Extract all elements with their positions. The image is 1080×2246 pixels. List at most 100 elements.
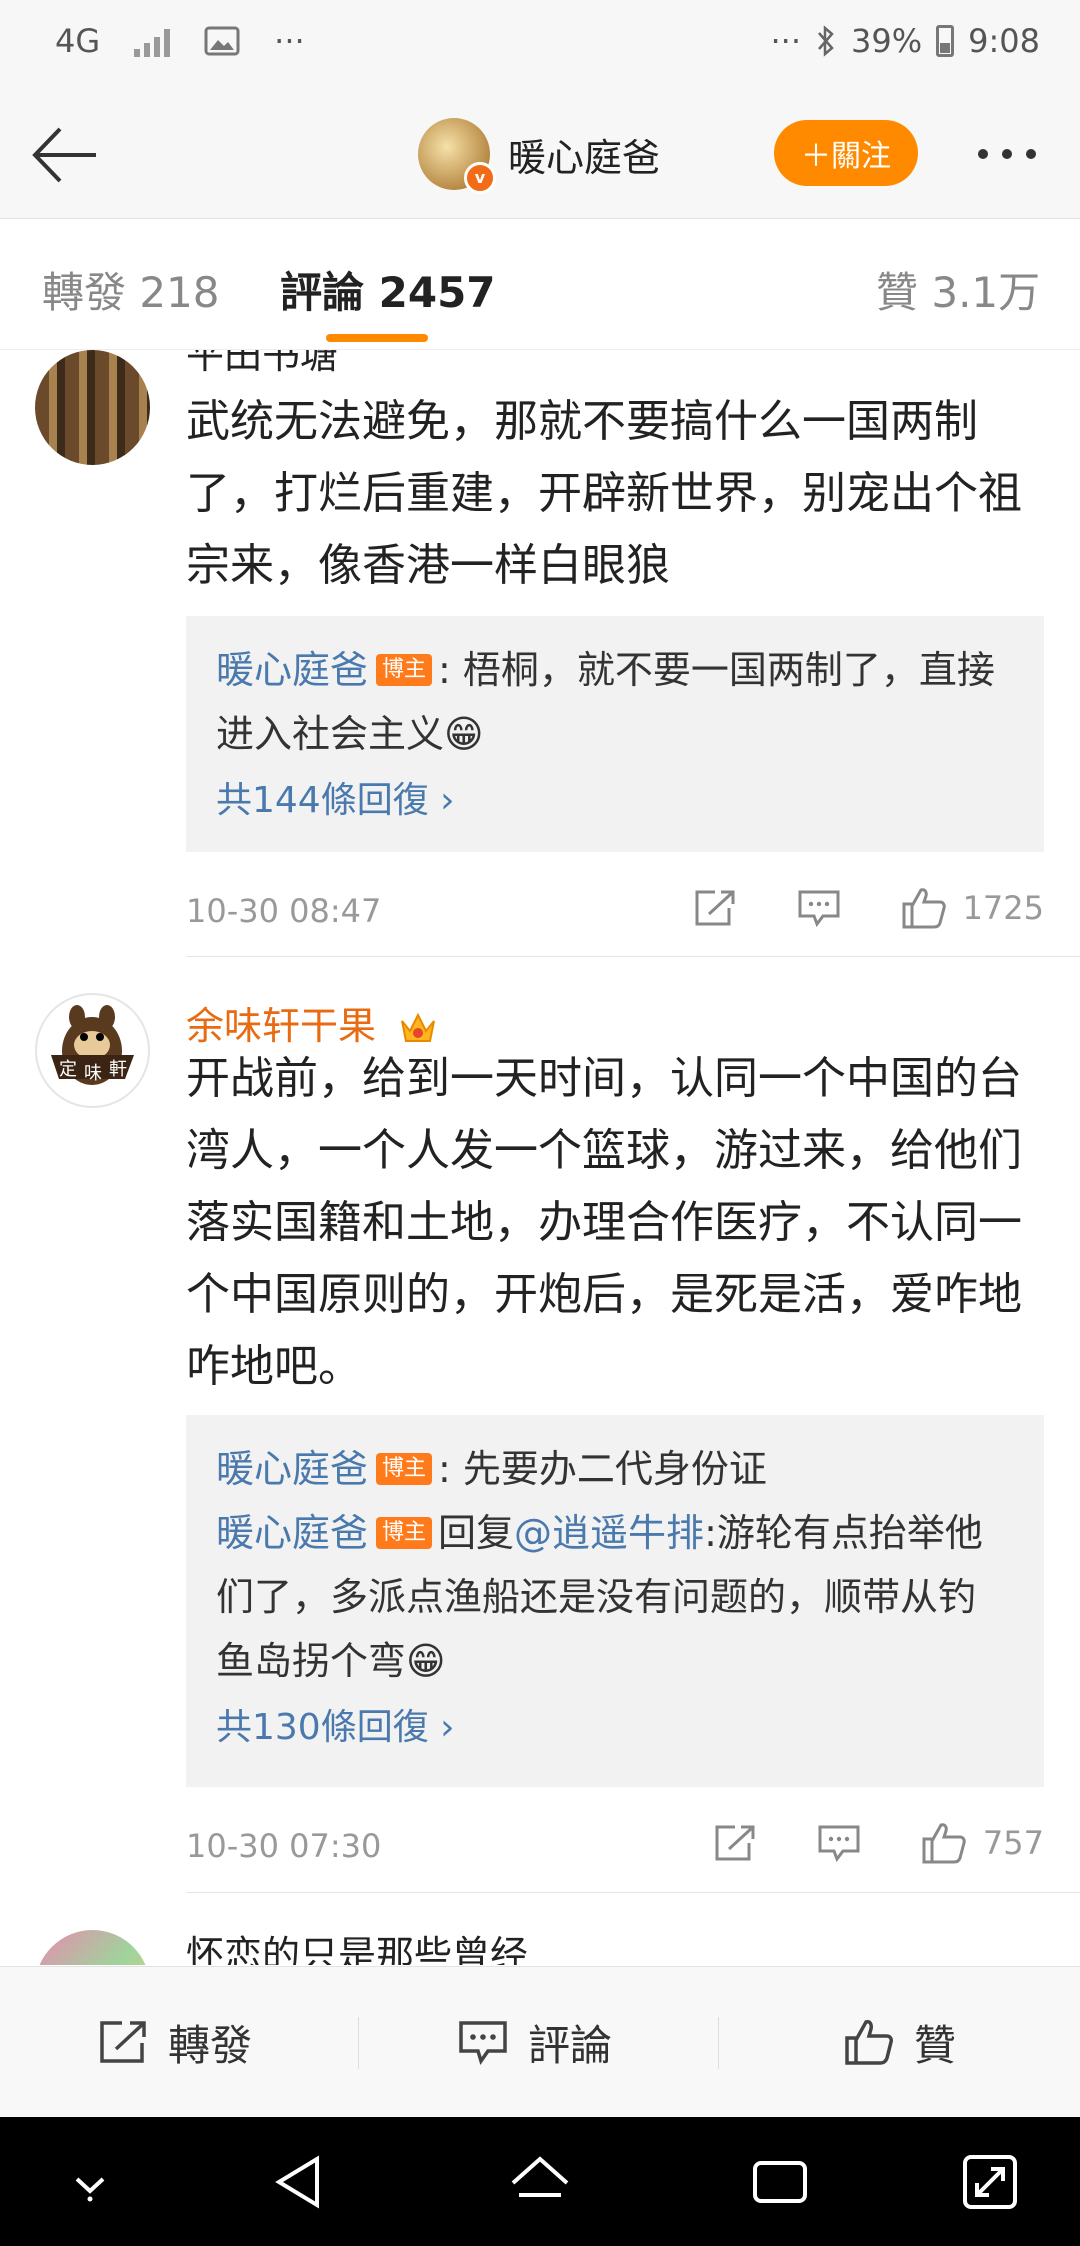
commenter-name[interactable]: 怀恋的只是那些曾经: [186, 1924, 528, 1965]
home-nav-button[interactable]: [505, 2147, 575, 2217]
commenter-name[interactable]: 平田书塘: [186, 350, 338, 379]
like-count: 757: [982, 1824, 1044, 1862]
thumbs-up-icon: [922, 1823, 966, 1864]
reply-line: 暖心庭爸 博主: 先要办二代身份证: [216, 1437, 1014, 1501]
reply-author[interactable]: 暖心庭爸: [216, 1511, 368, 1555]
comment-line: 开战前，给到一天时间，认同一个中国的台: [186, 1053, 1022, 1104]
back-button[interactable]: [30, 120, 100, 190]
dot-icon: [978, 149, 988, 159]
tab-comments[interactable]: 評論 2457: [280, 259, 496, 320]
commenter-avatar[interactable]: [35, 1930, 150, 1965]
triangle-back-icon: [275, 2155, 319, 2209]
back-arrow-icon: [32, 127, 96, 183]
reply-text: : 梧桐，就不要一国两制了，直接: [438, 648, 995, 692]
more-notifications: ···: [274, 22, 305, 60]
recents-nav-button[interactable]: [745, 2147, 815, 2217]
dot-icon: [1002, 149, 1012, 159]
svg-text:軒: 軒: [109, 1059, 127, 1080]
signal-icon: [134, 25, 171, 57]
comment-icon: [459, 2021, 507, 2065]
comment-line: 宗来，像香港一样白眼狼: [186, 540, 670, 591]
divider: [186, 1892, 1080, 1893]
battery-icon: [936, 25, 955, 57]
comment-line: 咋地吧。: [186, 1341, 362, 1392]
comment-label: 評論: [528, 2020, 613, 2070]
comment-list[interactable]: 平田书塘 武统无法避免，那就不要搞什么一国两制 了，打烂后重建，开辟新世界，别宠…: [0, 350, 1080, 1965]
reply-line: 暖心庭爸 博主: 梧桐，就不要一国两制了，直接: [216, 638, 1014, 702]
like-label: 贊: [914, 2020, 957, 2070]
svg-text:味: 味: [84, 1063, 102, 1084]
svg-text:定: 定: [59, 1059, 77, 1080]
divider: [186, 956, 1080, 957]
battery-percent: 39%: [851, 22, 923, 60]
comment-meta: 10-30 08:47 1725: [186, 882, 1044, 942]
reply-icon[interactable]: [817, 1823, 861, 1863]
bottom-action-bar: 轉發 評論 贊: [0, 1966, 1080, 2117]
reply-preview-box[interactable]: 暖心庭爸 博主: 梧桐，就不要一国两制了，直接 进入社会主义😁 共144條回復 ›: [186, 616, 1044, 852]
reply-text: 们了，多派点渔船还是没有问题的，顺带从钓: [216, 1575, 977, 1619]
profile-header[interactable]: v 暖心庭爸: [418, 118, 661, 194]
more-options-button[interactable]: [978, 134, 1048, 174]
tab-bar: 轉發 218 評論 2457 贊 3.1万: [0, 219, 1080, 350]
repost-button[interactable]: 轉發: [98, 1967, 252, 2117]
tab-likes[interactable]: 贊 3.1万: [876, 259, 1040, 320]
comment-line: 湾人，一个人发一个篮球，游过来，给他们: [186, 1125, 1022, 1176]
reply-text: 进入社会主义😁: [216, 712, 484, 756]
status-bar: 4G ··· ··· 39% 9:08: [0, 0, 1080, 92]
reply-preview-box[interactable]: 暖心庭爸 博主: 先要办二代身份证 暖心庭爸 博主 回复@逍遥牛排:游轮有点抬举他 们…: [186, 1415, 1044, 1787]
rotate-nav-button[interactable]: [955, 2147, 1025, 2217]
blogger-badge: 博主: [376, 1516, 433, 1549]
follow-button[interactable]: ＋關注: [774, 120, 918, 186]
share-icon[interactable]: [693, 888, 737, 928]
mention-link[interactable]: @逍遥牛排: [514, 1511, 704, 1555]
gallery-notification-icon: [204, 26, 240, 56]
hide-nav-button[interactable]: [55, 2147, 125, 2217]
reply-text: : 先要办二代身份证: [438, 1447, 767, 1491]
recents-icon: [753, 2161, 807, 2203]
comment-text: 武统无法避免，那就不要搞什么一国两制 了，打烂后重建，开辟新世界，别宠出个祖 宗…: [186, 386, 1046, 602]
like-post-button[interactable]: 贊: [844, 1967, 956, 2117]
comment-line: 落实国籍和土地，办理合作医疗，不认同一: [186, 1197, 1022, 1248]
dot-icon: [1026, 149, 1036, 159]
share-icon[interactable]: [713, 1823, 757, 1863]
network-indicator: 4G: [55, 22, 101, 60]
thumbs-up-icon: [902, 888, 946, 929]
chevron-down-icon: [75, 2177, 105, 2202]
squirrel-logo-icon: 定 味 軒: [51, 1005, 134, 1085]
comment-line: 个中国原则的，开炮后，是死是活，爱咋地: [186, 1269, 1022, 1320]
reply-author[interactable]: 暖心庭爸: [216, 1447, 368, 1491]
blogger-badge: 博主: [376, 653, 433, 686]
expand-icon: [963, 2155, 1017, 2209]
home-icon: [511, 2156, 569, 2197]
reply-text: 鱼岛拐个弯😁: [216, 1639, 446, 1683]
comment-line: 了，打烂后重建，开辟新世界，别宠出个祖: [186, 468, 1022, 519]
verified-badge-icon: v: [464, 162, 496, 194]
commenter-name[interactable]: 余味轩干果: [186, 1004, 376, 1048]
view-more-replies-link[interactable]: 共130條回復 ›: [216, 1693, 1014, 1763]
commenter-avatar[interactable]: 定 味 軒: [35, 993, 150, 1108]
avatar[interactable]: v: [418, 118, 496, 194]
reply-author[interactable]: 暖心庭爸: [216, 648, 368, 692]
bluetooth-icon: [815, 24, 837, 58]
page-title: 暖心庭爸: [508, 135, 661, 180]
commenter-avatar[interactable]: [35, 350, 150, 465]
more-status: ···: [770, 22, 802, 60]
blogger-badge: 博主: [376, 1452, 433, 1485]
thumbs-up-icon: [845, 2020, 893, 2065]
comment-line: 武统无法避免，那就不要搞什么一国两制: [186, 396, 978, 447]
divider: [718, 2017, 719, 2069]
comment-date: 10-30 08:47: [186, 892, 382, 930]
comment-meta: 10-30 07:30 757: [186, 1817, 1044, 1877]
tab-repost[interactable]: 轉發 218: [42, 259, 220, 320]
view-more-replies-link[interactable]: 共144條回復 ›: [216, 766, 1014, 836]
like-button[interactable]: 1725: [901, 886, 1044, 930]
active-tab-indicator: [326, 334, 428, 342]
clock: 9:08: [968, 22, 1040, 60]
vip-crown-icon: [398, 1011, 438, 1047]
repost-label: 轉發: [168, 2020, 253, 2070]
comment-button[interactable]: 評論: [458, 1967, 612, 2117]
reply-icon[interactable]: [797, 888, 841, 928]
like-button[interactable]: 757: [921, 1821, 1044, 1865]
back-nav-button[interactable]: [265, 2147, 335, 2217]
reply-text: :游轮有点抬举他: [704, 1511, 983, 1555]
